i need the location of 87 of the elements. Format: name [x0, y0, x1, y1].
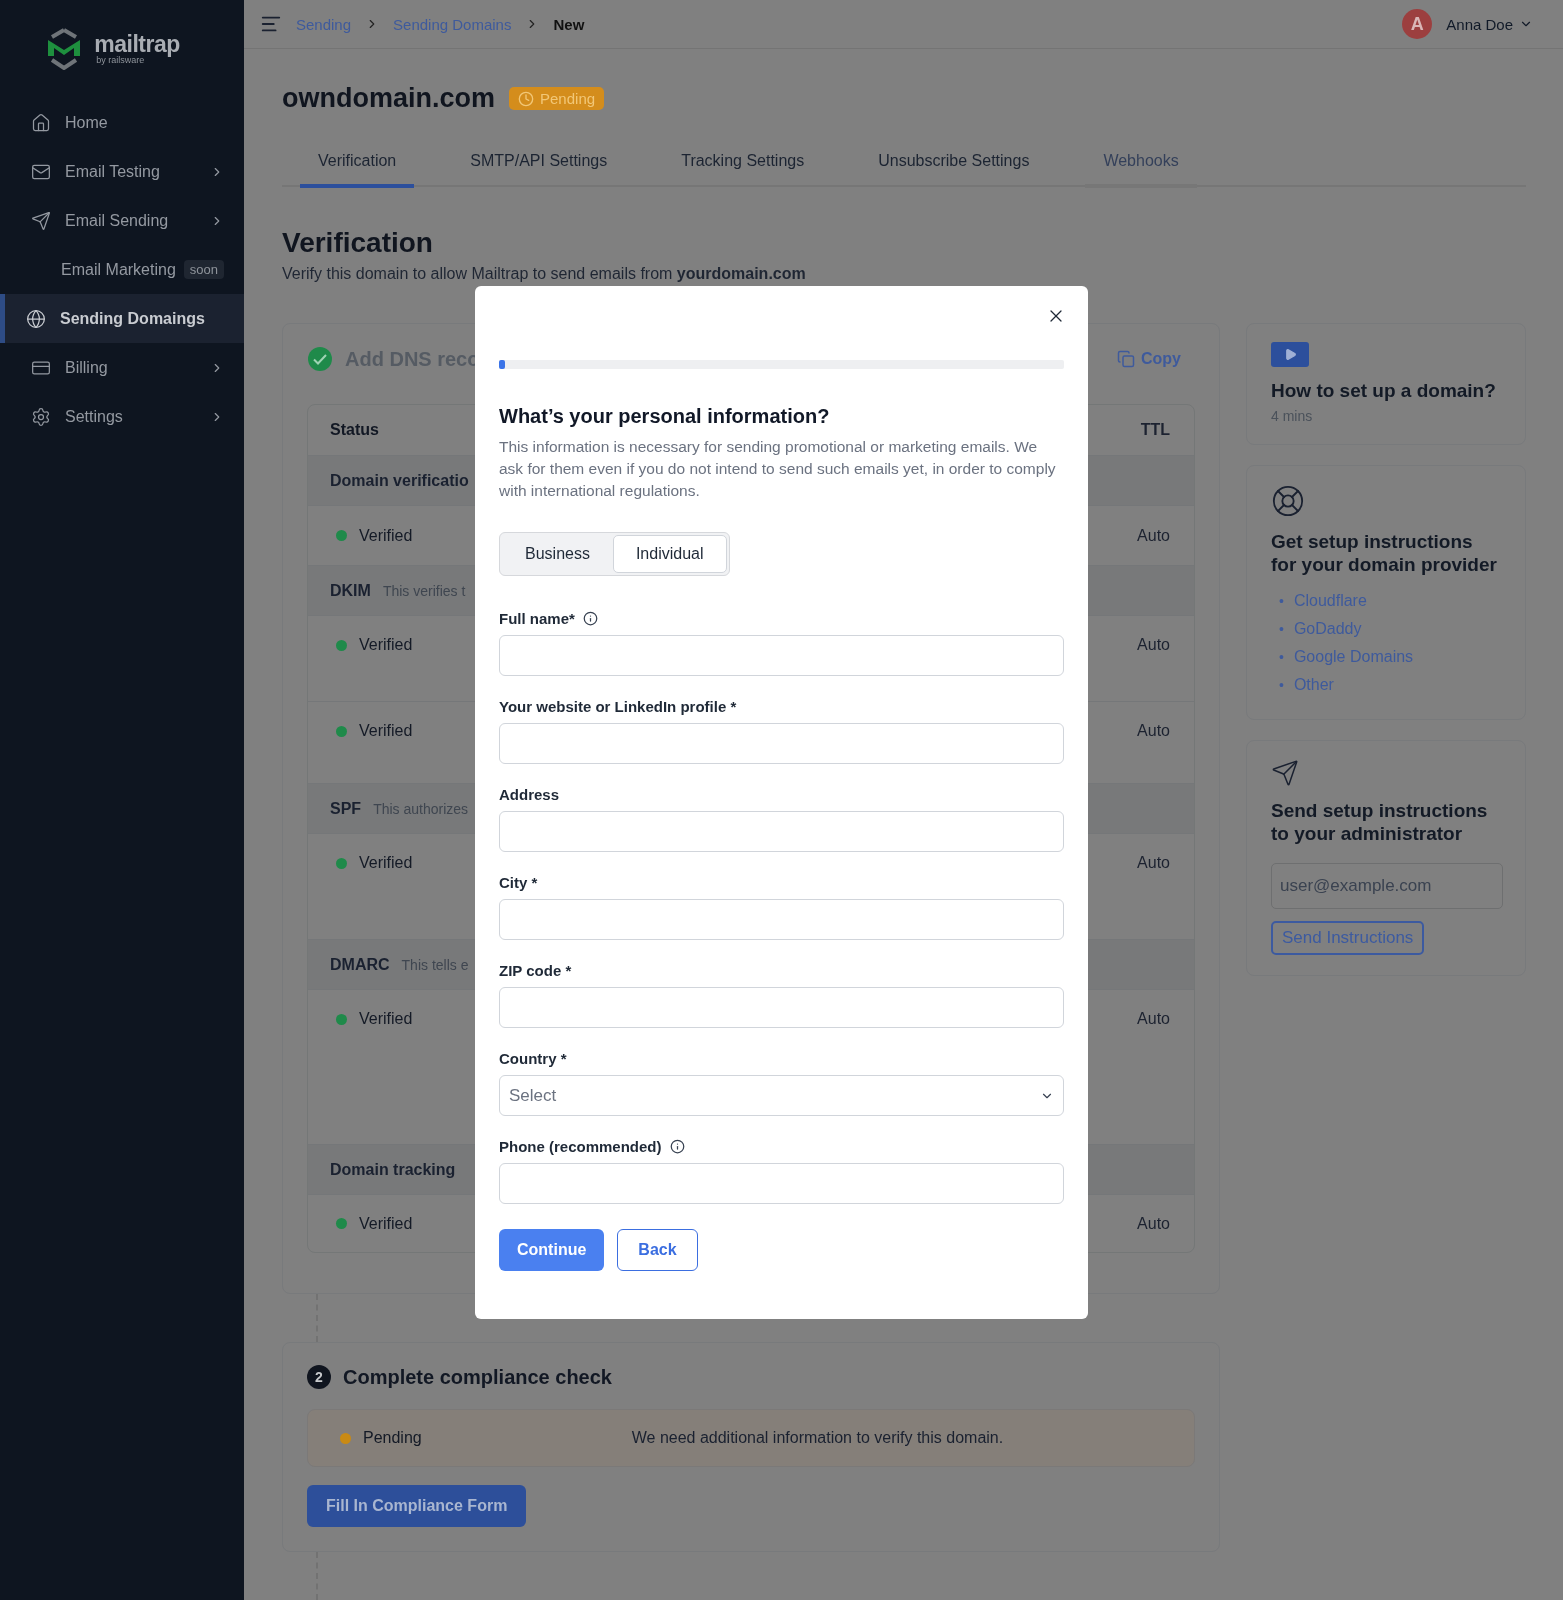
tab[interactable]: SMTP/API Settings: [452, 142, 626, 188]
status-cell: Verified: [330, 854, 413, 872]
sidebar-item[interactable]: Email Sending: [0, 196, 244, 245]
column-header: Status: [330, 421, 379, 439]
field-label: Country *: [499, 1050, 567, 1067]
ttl-cell-text: Auto: [1137, 1214, 1171, 1233]
info-icon[interactable]: [669, 1139, 685, 1154]
record-group-description: This verifies t: [382, 582, 466, 599]
ttl-cell-text: Auto: [1137, 526, 1171, 545]
ttl-cell-text: Auto: [1137, 636, 1171, 654]
sidebar-item[interactable]: Email Testing: [0, 147, 244, 196]
user-avatar: A: [1402, 9, 1433, 39]
soon-badge: soon: [183, 260, 224, 279]
list-bullet: •: [1279, 619, 1284, 639]
back-button[interactable]: Back: [617, 1229, 698, 1271]
copy-icon: [1117, 350, 1135, 368]
paper-plane-icon: [31, 210, 51, 231]
continue-button[interactable]: Continue: [499, 1229, 605, 1271]
status-cell: Verified: [330, 1010, 413, 1028]
card-title: Get setup instructions for your domain provider: [1271, 530, 1498, 577]
toggle-option[interactable]: Individual: [612, 535, 727, 573]
field-label: ZIP code *: [499, 962, 572, 979]
status-cell: Verified: [330, 722, 413, 740]
section-description: Verify this domain to allow Mailtrap to send emails from yourdomain.com: [282, 265, 807, 283]
logo-tagline: by railsware: [96, 56, 145, 65]
field-label: Phone (recommended): [499, 1138, 662, 1155]
status-cell: Pending: [334, 1429, 422, 1447]
play-video-icon[interactable]: [1271, 342, 1309, 367]
step-number: 2: [307, 1365, 331, 1389]
field-label: City *: [499, 874, 538, 891]
tab[interactable]: Webhooks: [1085, 142, 1197, 188]
input-field[interactable]: [499, 811, 1064, 852]
sidebar-item[interactable]: Home: [0, 98, 244, 147]
record-group-name: Domain verificatio: [330, 471, 469, 490]
tab[interactable]: Unsubscribe Settings: [860, 142, 1048, 188]
logo-wordmark: mailtrap: [94, 33, 180, 56]
toggle-option[interactable]: Business: [502, 535, 613, 573]
tab[interactable]: Verification: [300, 142, 415, 188]
domain-title: owndomain.com: [282, 83, 495, 114]
input-field[interactable]: [499, 1163, 1064, 1204]
dialog-description: This information is necessary for sending promotional or marketing emails. We ask for them even if you do not intend to send such emails yet, in order to comply with international regulations.: [499, 437, 1057, 501]
notice-text: We need additional information to verify this domain.: [631, 1429, 1004, 1447]
globe-icon: [26, 308, 46, 329]
home-icon: [31, 112, 51, 133]
column-header: TTL: [1140, 421, 1171, 439]
list-bullet: •: [1279, 647, 1284, 667]
card-title: How to set up a domain?: [1271, 379, 1496, 403]
card-title: Send setup instructions to your administrator: [1271, 798, 1489, 845]
input-field[interactable]: [499, 723, 1064, 764]
sidebar-item[interactable]: Email Marketing soon: [0, 245, 244, 294]
ttl-cell-text: Auto: [1137, 854, 1171, 872]
list-bullet: •: [1279, 591, 1284, 611]
list-bullet: •: [1279, 675, 1284, 695]
fill-form-button[interactable]: Fill In Compliance Form: [307, 1485, 527, 1527]
record-group-name: Domain tracking: [330, 1160, 456, 1179]
step-title: Complete compliance check: [343, 1365, 612, 1389]
tab[interactable]: Tracking Settings: [663, 142, 823, 188]
sidebar-item[interactable]: Billing: [0, 343, 244, 392]
input-field[interactable]: [499, 899, 1064, 940]
field-label: Your website or LinkedIn profile *: [499, 698, 737, 715]
info-icon[interactable]: [582, 611, 598, 626]
status-cell: Verified: [330, 526, 413, 545]
paper-plane-icon: [1271, 758, 1299, 787]
input-field[interactable]: [499, 987, 1064, 1028]
status-cell: Verified: [330, 636, 413, 654]
record-group-name: SPF: [330, 799, 362, 818]
user-menu-button[interactable]: Anna Doe: [1446, 15, 1533, 33]
status-badge: Pending: [509, 87, 605, 110]
country-select[interactable]: Select: [499, 1075, 1064, 1116]
status-cell: Verified: [330, 1214, 413, 1233]
sidebar-item[interactable]: Settings: [0, 392, 244, 441]
email-input[interactable]: user@example.com: [1271, 862, 1503, 909]
record-group-name: DMARC: [330, 955, 390, 974]
lifebuoy-icon: [1271, 484, 1305, 519]
ttl-cell-text: Auto: [1137, 722, 1171, 740]
section-title: Verification: [282, 227, 434, 259]
ttl-cell-text: Auto: [1137, 1010, 1171, 1028]
record-group-description: This tells e: [401, 956, 469, 973]
field-label: Full name*: [499, 610, 575, 627]
record-group-description: This authorizes: [373, 800, 469, 817]
dialog-title: What’s your personal information?: [499, 405, 831, 428]
settings-icon: [31, 406, 51, 427]
sidebar-item[interactable]: Sending Domaings: [0, 294, 244, 343]
field-label: Address: [499, 786, 560, 803]
input-field[interactable]: [499, 635, 1064, 676]
breadcrumb-link[interactable]: New: [553, 15, 585, 33]
record-group-name: DKIM: [330, 581, 371, 600]
